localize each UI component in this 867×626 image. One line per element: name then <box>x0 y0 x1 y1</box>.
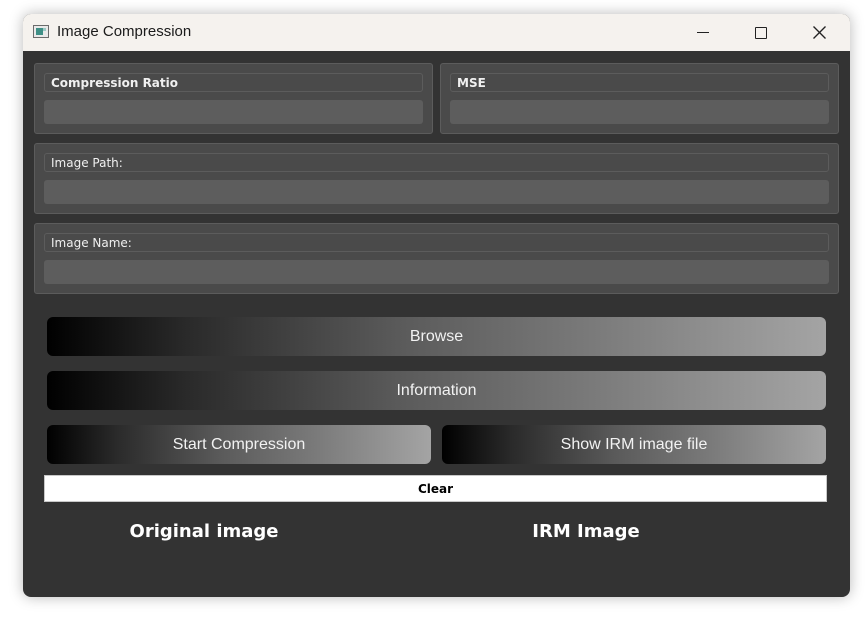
start-compression-button[interactable]: Start Compression <box>47 425 431 464</box>
close-icon <box>812 26 826 39</box>
app-window: Image Compression Compression Ratio MSE … <box>23 14 850 597</box>
information-button[interactable]: Information <box>47 371 826 410</box>
compression-ratio-group: Compression Ratio <box>34 63 433 134</box>
compression-ratio-label: Compression Ratio <box>44 73 423 92</box>
mse-field[interactable] <box>450 100 829 124</box>
image-name-field[interactable] <box>44 260 829 284</box>
minimize-button[interactable] <box>680 14 726 51</box>
image-name-group: Image Name: <box>34 223 839 294</box>
maximize-icon <box>755 26 767 39</box>
browse-button[interactable]: Browse <box>47 317 826 356</box>
irm-image-label: IRM Image <box>532 521 640 542</box>
compression-ratio-field[interactable] <box>44 100 423 124</box>
clear-button[interactable]: Clear <box>44 475 827 502</box>
app-icon <box>33 25 49 38</box>
mse-group: MSE <box>440 63 839 134</box>
original-image-label: Original image <box>129 521 279 542</box>
window-title: Image Compression <box>57 23 192 40</box>
minimize-icon <box>697 32 709 33</box>
image-path-label: Image Path: <box>44 153 829 172</box>
show-irm-image-button[interactable]: Show IRM image file <box>442 425 826 464</box>
mse-label: MSE <box>450 73 829 92</box>
image-path-field[interactable] <box>44 180 829 204</box>
image-path-group: Image Path: <box>34 143 839 214</box>
title-bar[interactable]: Image Compression <box>23 14 850 51</box>
close-button[interactable] <box>796 14 842 51</box>
image-name-label: Image Name: <box>44 233 829 252</box>
maximize-button[interactable] <box>738 14 784 51</box>
